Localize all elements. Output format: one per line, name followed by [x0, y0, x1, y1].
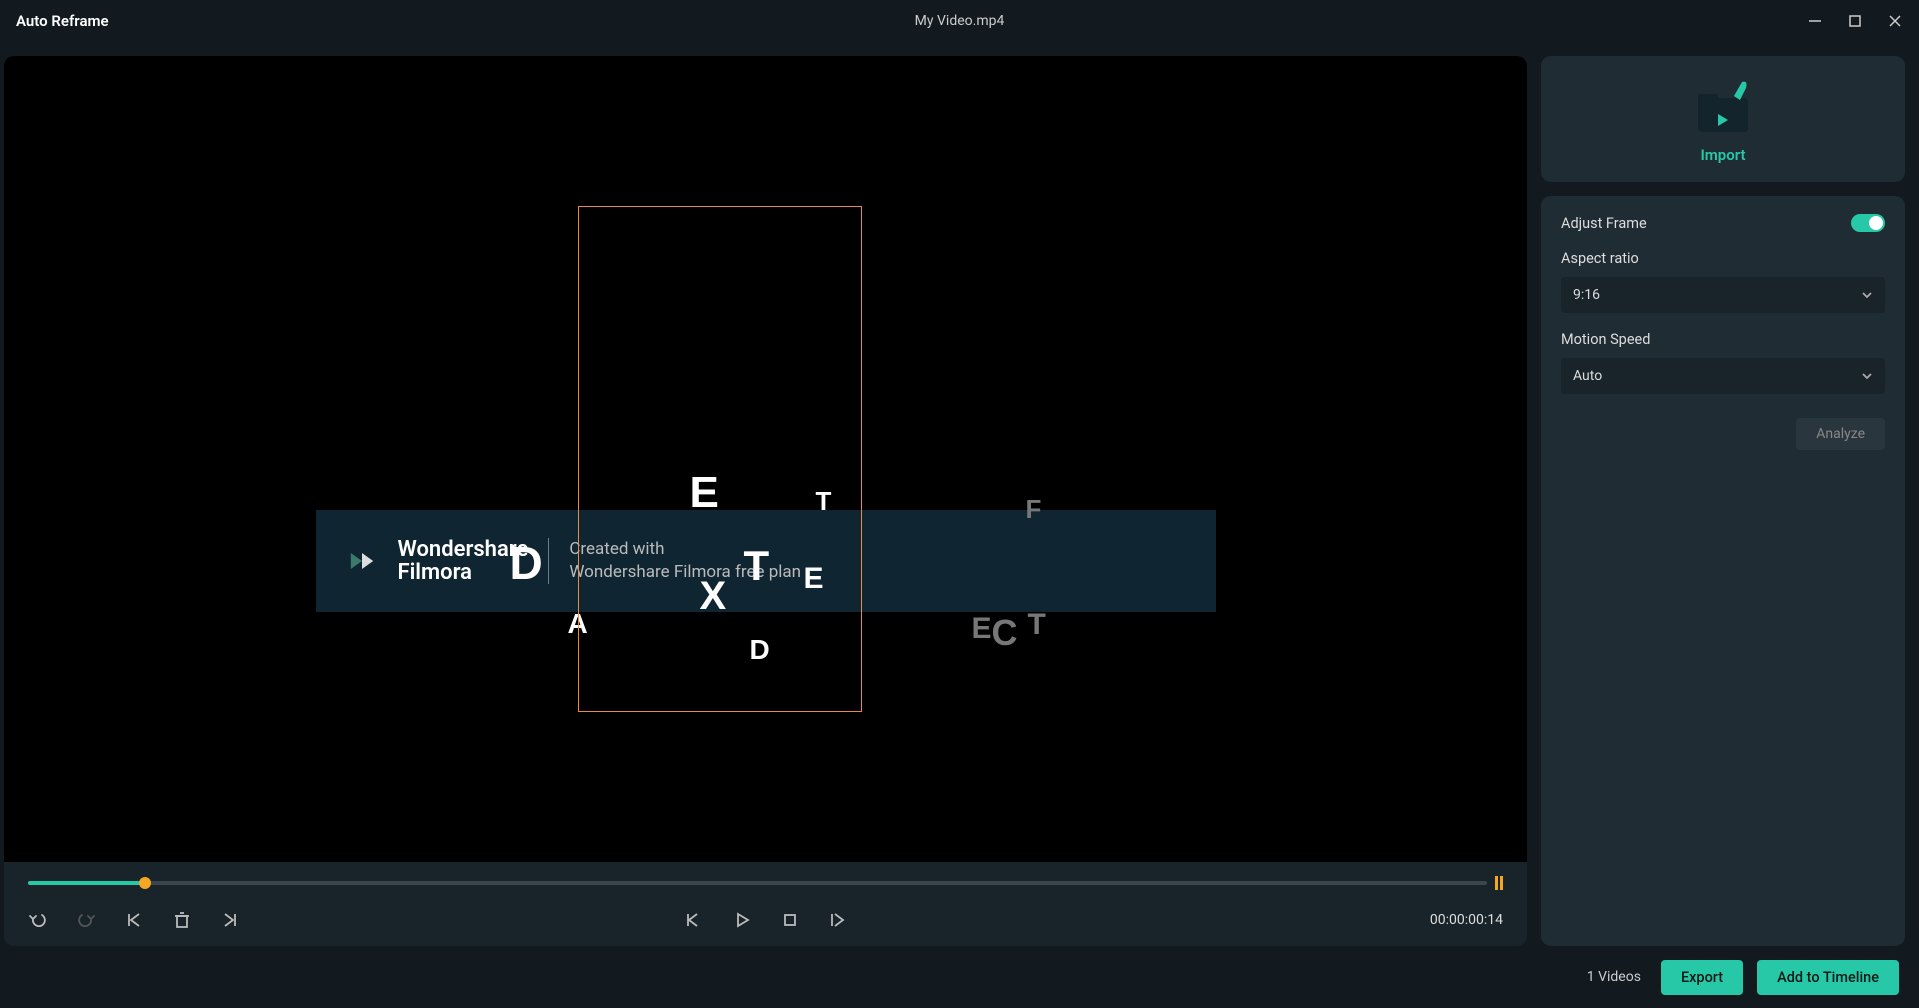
titlebar: Auto Reframe My Video.mp4	[0, 0, 1919, 42]
floating-letter: F	[1026, 494, 1042, 525]
analyze-row: Analyze	[1561, 418, 1885, 450]
timeline-playhead[interactable]	[139, 877, 151, 889]
adjust-frame-row: Adjust Frame	[1561, 214, 1885, 232]
watermark-brand-line2: Filmora	[398, 560, 472, 585]
app-title: Auto Reframe	[16, 12, 109, 30]
motion-speed-value: Auto	[1573, 368, 1602, 384]
motion-speed-select[interactable]: Auto	[1561, 358, 1885, 394]
next-frame-button[interactable]	[828, 910, 848, 930]
import-label: Import	[1700, 146, 1745, 164]
content-area: Wondershare Filmora Created with Wonders…	[0, 42, 1919, 946]
undo-button[interactable]	[28, 910, 48, 930]
play-button[interactable]	[732, 910, 752, 930]
video-frame: Wondershare Filmora Created with Wonders…	[316, 206, 1216, 712]
timeline-track[interactable]	[28, 881, 1487, 885]
prev-frame-button[interactable]	[684, 910, 704, 930]
import-button[interactable]: Import	[1541, 56, 1905, 182]
timeline-progress	[28, 881, 145, 885]
settings-card: Adjust Frame Aspect ratio 9:16 Motion Sp…	[1541, 196, 1905, 946]
filename-label: My Video.mp4	[915, 13, 1005, 29]
side-panel: Import Adjust Frame Aspect ratio 9:16 Mo…	[1541, 56, 1905, 946]
timeline-end-marker	[1495, 876, 1503, 890]
import-icon	[1688, 78, 1758, 138]
timeline-row	[4, 862, 1527, 890]
video-count-label: 1 Videos	[1587, 969, 1641, 985]
floating-letter: C	[992, 612, 1018, 654]
adjust-frame-label: Adjust Frame	[1561, 215, 1647, 232]
adjust-frame-toggle[interactable]	[1851, 214, 1885, 232]
minimize-button[interactable]	[1807, 13, 1823, 29]
aspect-ratio-label: Aspect ratio	[1561, 250, 1885, 267]
footer: 1 Videos Export Add to Timeline	[0, 946, 1919, 1008]
redo-button[interactable]	[76, 910, 96, 930]
timecode-display: 00:00:00:14	[1430, 912, 1503, 928]
stop-button[interactable]	[780, 910, 800, 930]
aspect-ratio-select[interactable]: 9:16	[1561, 277, 1885, 313]
edit-controls	[28, 910, 240, 930]
reframe-crop-box[interactable]	[578, 206, 862, 712]
floating-letter: E	[972, 612, 992, 646]
aspect-ratio-group: Aspect ratio 9:16	[1561, 250, 1885, 313]
delete-button[interactable]	[172, 910, 192, 930]
chevron-down-icon	[1861, 367, 1873, 386]
preview-panel: Wondershare Filmora Created with Wonders…	[4, 56, 1527, 946]
export-button[interactable]: Export	[1661, 960, 1743, 995]
motion-speed-group: Motion Speed Auto	[1561, 331, 1885, 394]
skip-end-button[interactable]	[220, 910, 240, 930]
filmora-logo-icon	[346, 545, 378, 577]
floating-letter: D	[510, 536, 543, 590]
controls-row: 00:00:00:14	[4, 890, 1527, 930]
skip-start-button[interactable]	[124, 910, 144, 930]
aspect-ratio-value: 9:16	[1573, 287, 1600, 303]
floating-letter: T	[1028, 608, 1046, 642]
window-controls	[1807, 13, 1903, 29]
playback-controls	[684, 910, 848, 930]
maximize-button[interactable]	[1847, 13, 1863, 29]
chevron-down-icon	[1861, 286, 1873, 305]
analyze-button[interactable]: Analyze	[1796, 418, 1885, 450]
close-button[interactable]	[1887, 13, 1903, 29]
add-to-timeline-button[interactable]: Add to Timeline	[1757, 960, 1899, 995]
motion-speed-label: Motion Speed	[1561, 331, 1885, 348]
video-preview[interactable]: Wondershare Filmora Created with Wonders…	[4, 56, 1527, 862]
